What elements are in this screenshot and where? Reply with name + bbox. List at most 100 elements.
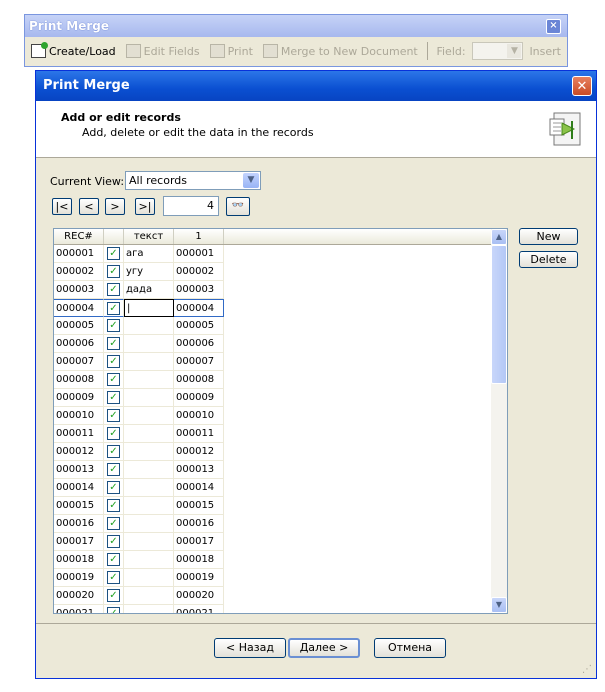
column-1-cell[interactable]: 000010: [174, 407, 224, 425]
edit-fields-button[interactable]: Edit Fields: [122, 41, 204, 61]
rec-cell[interactable]: 000014: [54, 479, 104, 497]
vertical-scrollbar[interactable]: ▲ ▼: [491, 229, 507, 613]
check-cell[interactable]: ✓: [104, 299, 124, 317]
checkbox-checked-icon[interactable]: ✓: [107, 463, 120, 476]
checkbox-checked-icon[interactable]: ✓: [107, 391, 120, 404]
rec-cell[interactable]: 000016: [54, 515, 104, 533]
checkbox-checked-icon[interactable]: ✓: [107, 355, 120, 368]
text-cell[interactable]: [124, 461, 174, 479]
toolbar-close-button[interactable]: ×: [546, 19, 561, 34]
text-cell[interactable]: [124, 443, 174, 461]
column-1-cell[interactable]: 000007: [174, 353, 224, 371]
rec-cell[interactable]: 000002: [54, 263, 104, 281]
text-cell[interactable]: [124, 389, 174, 407]
checkbox-checked-icon[interactable]: ✓: [107, 445, 120, 458]
rec-cell[interactable]: 000006: [54, 335, 104, 353]
check-cell[interactable]: ✓: [104, 479, 124, 497]
cancel-button[interactable]: Отмена: [374, 638, 446, 658]
scroll-down-icon[interactable]: ▼: [491, 597, 507, 613]
table-row[interactable]: 000008 ✓ 000008: [54, 371, 224, 389]
checkbox-checked-icon[interactable]: ✓: [107, 427, 120, 440]
rec-cell[interactable]: 000013: [54, 461, 104, 479]
text-cell[interactable]: [124, 515, 174, 533]
back-button[interactable]: < Назад: [214, 638, 286, 658]
table-row[interactable]: 000012 ✓ 000012: [54, 443, 224, 461]
column-1-cell[interactable]: 000020: [174, 587, 224, 605]
column-1-cell[interactable]: 000003: [174, 281, 224, 299]
text-cell[interactable]: [124, 479, 174, 497]
column-1-cell[interactable]: 000016: [174, 515, 224, 533]
checkbox-checked-icon[interactable]: ✓: [107, 607, 120, 613]
checkbox-checked-icon[interactable]: ✓: [107, 302, 120, 315]
delete-record-button[interactable]: Delete: [519, 251, 578, 268]
column-1-cell[interactable]: 000021: [174, 605, 224, 613]
text-cell[interactable]: [124, 371, 174, 389]
check-cell[interactable]: ✓: [104, 461, 124, 479]
checkbox-checked-icon[interactable]: ✓: [107, 481, 120, 494]
column-1-cell[interactable]: 000005: [174, 317, 224, 335]
new-record-button[interactable]: New: [519, 228, 578, 245]
table-row[interactable]: 000007 ✓ 000007: [54, 353, 224, 371]
column-header-check[interactable]: [104, 229, 124, 244]
rec-cell[interactable]: 000001: [54, 245, 104, 263]
rec-cell[interactable]: 000019: [54, 569, 104, 587]
text-cell[interactable]: дада: [124, 281, 174, 299]
resize-grip-icon[interactable]: ⋰: [582, 664, 594, 676]
check-cell[interactable]: ✓: [104, 443, 124, 461]
table-row[interactable]: 000009 ✓ 000009: [54, 389, 224, 407]
next-button[interactable]: Далее >: [288, 638, 360, 658]
check-cell[interactable]: ✓: [104, 335, 124, 353]
column-1-cell[interactable]: 000002: [174, 263, 224, 281]
checkbox-checked-icon[interactable]: ✓: [107, 571, 120, 584]
column-1-cell[interactable]: 000014: [174, 479, 224, 497]
check-cell[interactable]: ✓: [104, 587, 124, 605]
find-button[interactable]: 👓: [226, 197, 250, 216]
rec-cell[interactable]: 000008: [54, 371, 104, 389]
rec-cell[interactable]: 000003: [54, 281, 104, 299]
text-cell[interactable]: [124, 551, 174, 569]
check-cell[interactable]: ✓: [104, 371, 124, 389]
table-row[interactable]: 000001 ✓ ага 000001: [54, 245, 224, 263]
table-row[interactable]: 000003 ✓ дада 000003: [54, 281, 224, 299]
text-cell[interactable]: [124, 533, 174, 551]
print-button[interactable]: Print: [206, 41, 257, 61]
check-cell[interactable]: ✓: [104, 317, 124, 335]
current-view-select[interactable]: All records ▼: [125, 171, 261, 190]
check-cell[interactable]: ✓: [104, 569, 124, 587]
checkbox-checked-icon[interactable]: ✓: [107, 517, 120, 530]
check-cell[interactable]: ✓: [104, 605, 124, 613]
text-cell[interactable]: [124, 605, 174, 613]
rec-cell[interactable]: 000005: [54, 317, 104, 335]
rec-cell[interactable]: 000010: [54, 407, 104, 425]
column-1-cell[interactable]: 000008: [174, 371, 224, 389]
text-cell[interactable]: ага: [124, 245, 174, 263]
table-row[interactable]: 000018 ✓ 000018: [54, 551, 224, 569]
rec-cell[interactable]: 000020: [54, 587, 104, 605]
checkbox-checked-icon[interactable]: ✓: [107, 319, 120, 332]
create-load-button[interactable]: Create/Load: [27, 41, 120, 61]
last-record-button[interactable]: >|: [135, 198, 155, 215]
rec-cell[interactable]: 000004: [54, 299, 104, 317]
first-record-button[interactable]: |<: [52, 198, 72, 215]
next-record-button[interactable]: >: [105, 198, 125, 215]
checkbox-checked-icon[interactable]: ✓: [107, 589, 120, 602]
text-cell[interactable]: [124, 569, 174, 587]
column-1-cell[interactable]: 000011: [174, 425, 224, 443]
scroll-up-icon[interactable]: ▲: [491, 229, 507, 245]
insert-button[interactable]: Insert: [525, 41, 565, 61]
text-cell[interactable]: [124, 353, 174, 371]
table-row[interactable]: 000004 ✓ | 000004: [54, 299, 224, 317]
checkbox-checked-icon[interactable]: ✓: [107, 283, 120, 296]
check-cell[interactable]: ✓: [104, 389, 124, 407]
text-cell[interactable]: [124, 497, 174, 515]
column-1-cell[interactable]: 000012: [174, 443, 224, 461]
dialog-close-button[interactable]: ✕: [572, 76, 592, 96]
column-1-cell[interactable]: 000013: [174, 461, 224, 479]
field-select[interactable]: ▼: [471, 42, 524, 60]
checkbox-checked-icon[interactable]: ✓: [107, 247, 120, 260]
checkbox-checked-icon[interactable]: ✓: [107, 535, 120, 548]
check-cell[interactable]: ✓: [104, 533, 124, 551]
column-header-1[interactable]: 1: [174, 229, 224, 244]
table-row[interactable]: 000010 ✓ 000010: [54, 407, 224, 425]
column-1-cell[interactable]: 000019: [174, 569, 224, 587]
